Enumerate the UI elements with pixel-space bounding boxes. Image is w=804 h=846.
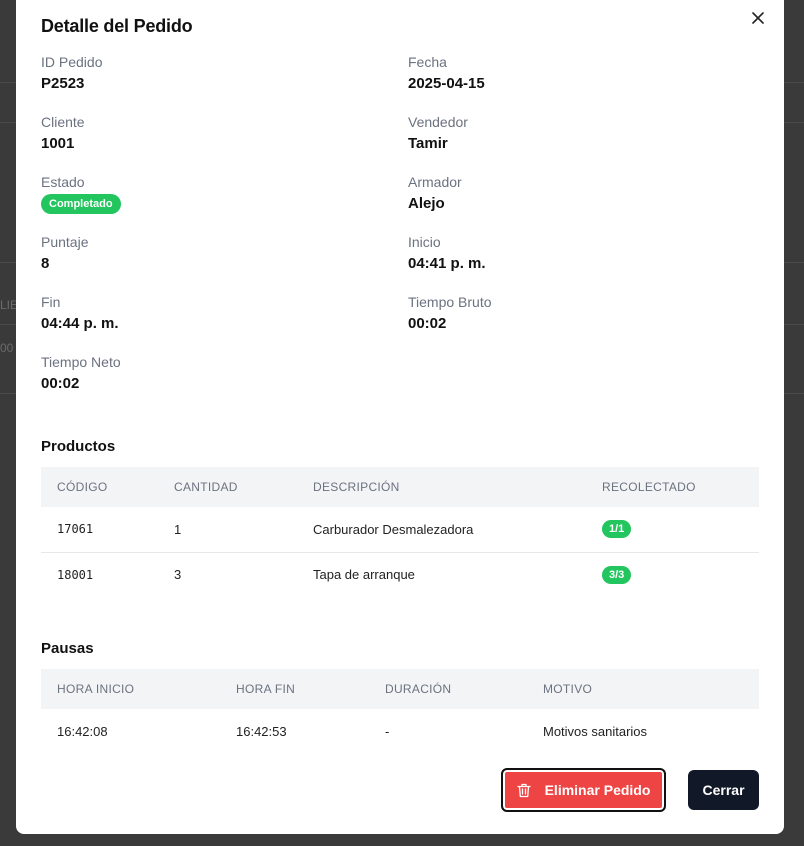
table-row: 18001 3 Tapa de arranque 3/3	[41, 552, 759, 597]
close-icon	[752, 12, 764, 24]
column-header-duracion: DURACIÓN	[385, 682, 452, 696]
field-inicio: Inicio 04:41 p. m.	[408, 234, 486, 273]
field-fecha: Fecha 2025-04-15	[408, 54, 485, 93]
field-value: 00:02	[408, 315, 447, 332]
product-code: 18001	[57, 567, 94, 582]
product-quantity: 3	[174, 567, 182, 583]
field-value: 1001	[41, 135, 75, 152]
field-label: Vendedor	[408, 114, 468, 130]
product-description: Carburador Desmalezadora	[297, 507, 586, 553]
modal-title: Detalle del Pedido	[41, 16, 193, 36]
product-quantity: 1	[158, 507, 297, 553]
close-button[interactable]: Cerrar	[688, 770, 759, 810]
product-code: 17061	[41, 507, 158, 553]
delete-order-button[interactable]: Eliminar Pedido	[501, 768, 666, 812]
field-label: Puntaje	[41, 234, 89, 250]
field-value: Alejo	[408, 195, 445, 212]
product-collected-cell: 3/3	[586, 552, 759, 597]
products-table: CÓDIGO CANTIDAD DESCRIPCIÓN RECOLECTADO …	[41, 467, 759, 597]
column-header-descripcion: DESCRIPCIÓN	[313, 480, 400, 494]
column-header-motivo: MOTIVO	[543, 682, 593, 696]
field-fin: Fin 04:44 p. m.	[41, 294, 119, 333]
field-label: Cliente	[41, 114, 85, 130]
field-vendedor: Vendedor Tamir	[408, 114, 468, 153]
field-cliente: Cliente 1001	[41, 114, 85, 153]
field-label: Fin	[41, 294, 61, 310]
field-label: Inicio	[408, 234, 441, 250]
pause-duration: -	[385, 724, 390, 739]
column-header-hora-fin: HORA FIN	[236, 682, 296, 696]
table-header-row: HORA INICIO HORA FIN DURACIÓN MOTIVO	[41, 669, 759, 709]
pause-start: 16:42:08	[57, 724, 108, 739]
table-row: 16:42:08 16:42:53 - Motivos sanitarios	[41, 709, 759, 754]
field-puntaje: Puntaje 8	[41, 234, 88, 273]
field-label: ID Pedido	[41, 54, 103, 70]
table-header-row: CÓDIGO CANTIDAD DESCRIPCIÓN RECOLECTADO	[41, 467, 759, 507]
field-label: Estado	[41, 174, 85, 190]
pause-reason: Motivos sanitarios	[543, 724, 648, 739]
field-value: 00:02	[41, 375, 80, 392]
field-label: Armador	[408, 174, 462, 190]
field-value: 8	[41, 255, 50, 272]
pauses-table: HORA INICIO HORA FIN DURACIÓN MOTIVO 16:…	[41, 669, 759, 754]
field-label: Fecha	[408, 54, 447, 70]
product-description: Tapa de arranque	[313, 567, 415, 583]
field-label: Tiempo Bruto	[408, 294, 492, 310]
collected-badge: 3/3	[602, 565, 632, 584]
field-value: 04:44 p. m.	[41, 315, 119, 332]
field-estado: Estado Completado	[41, 174, 121, 214]
collected-badge: 1/1	[602, 520, 632, 539]
column-header-codigo: CÓDIGO	[57, 480, 108, 494]
close-modal-button[interactable]	[748, 8, 768, 28]
pauses-section-title: Pausas	[41, 640, 94, 657]
pause-end: 16:42:53	[236, 724, 287, 739]
product-collected-cell: 1/1	[586, 507, 759, 553]
bg-fragment: 00	[0, 341, 14, 355]
field-value: 04:41 p. m.	[408, 255, 486, 272]
column-header-recolectado: RECOLECTADO	[602, 480, 696, 494]
column-header-cantidad: CANTIDAD	[174, 480, 238, 494]
table-row: 17061 1 Carburador Desmalezadora 1/1	[41, 507, 759, 553]
order-detail-modal: Detalle del Pedido ID Pedido P2523 Fecha…	[16, 0, 784, 834]
field-value: 2025-04-15	[408, 75, 485, 92]
field-tiempo-bruto: Tiempo Bruto 00:02	[408, 294, 492, 333]
field-tiempo-neto: Tiempo Neto 00:02	[41, 354, 121, 393]
field-value: P2523	[41, 75, 85, 92]
products-section-title: Productos	[41, 438, 116, 455]
trash-icon	[516, 783, 531, 797]
field-armador: Armador Alejo	[408, 174, 462, 213]
status-badge: Completado	[41, 194, 121, 214]
field-id-pedido: ID Pedido P2523	[41, 54, 102, 93]
close-button-label: Cerrar	[702, 782, 745, 798]
column-header-hora-inicio: HORA INICIO	[57, 682, 135, 696]
field-label: Tiempo Neto	[41, 354, 121, 370]
field-value: Tamir	[408, 135, 448, 152]
delete-button-label: Eliminar Pedido	[544, 782, 651, 798]
